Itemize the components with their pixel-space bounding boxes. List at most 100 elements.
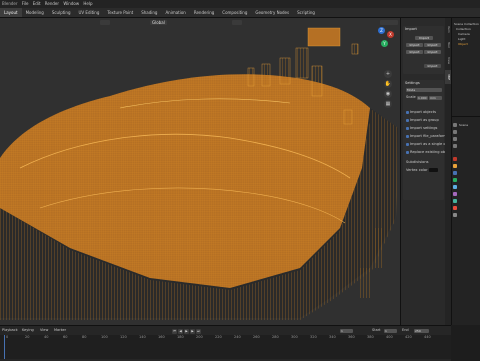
camera-view-icon[interactable]: ◉: [384, 90, 392, 98]
next-key-icon[interactable]: ▶: [190, 329, 195, 334]
ruler-tick: 200: [196, 335, 203, 339]
jump-start-icon[interactable]: ⏮: [172, 329, 177, 334]
import-section-title[interactable]: Import: [403, 26, 444, 32]
playback-menu[interactable]: Playback: [2, 328, 18, 332]
marker-menu[interactable]: Marker: [54, 328, 66, 332]
constraints-icon[interactable]: [453, 192, 457, 196]
gizmo-x-axis[interactable]: X: [387, 31, 394, 38]
orientation-dropdown[interactable]: Global: [150, 20, 167, 25]
world-icon[interactable]: [453, 157, 457, 161]
scale-field[interactable]: 1.000: [417, 96, 428, 100]
tab-shading[interactable]: Shading: [137, 8, 161, 17]
perspective-toggle-icon[interactable]: ▦: [384, 100, 392, 108]
checkbox-icon[interactable]: [406, 118, 409, 122]
particles-icon[interactable]: [453, 178, 457, 182]
start-frame-field[interactable]: 1: [384, 329, 397, 333]
option-import-as-group[interactable]: Import as group: [406, 118, 439, 123]
scene-icon[interactable]: [453, 123, 457, 127]
texture-icon[interactable]: [453, 213, 457, 217]
ruler-tick: 420: [405, 335, 412, 339]
ruler-tick: 160: [158, 335, 165, 339]
end-frame-field[interactable]: 250: [414, 329, 429, 333]
import-button-5[interactable]: Import: [424, 50, 441, 54]
zoom-icon[interactable]: +: [384, 70, 392, 78]
keying-menu[interactable]: Keying: [22, 328, 34, 332]
tab-geometry-nodes[interactable]: Geometry Nodes: [251, 8, 293, 17]
view-layer-icon[interactable]: [453, 144, 457, 148]
object-icon[interactable]: [453, 164, 457, 168]
tab-layout[interactable]: Layout: [0, 8, 22, 17]
overlay-button[interactable]: [232, 20, 242, 25]
settings-section-title[interactable]: Settings: [403, 80, 444, 86]
tab-scripting[interactable]: Scripting: [293, 8, 319, 17]
tab-uv-editing[interactable]: UV Editing: [75, 8, 104, 17]
render-icon[interactable]: [453, 130, 457, 134]
checkbox-icon[interactable]: [406, 150, 409, 154]
tab-texture-paint[interactable]: Texture Paint: [103, 8, 137, 17]
outliner-item[interactable]: Collection: [456, 27, 471, 31]
prev-key-icon[interactable]: ◀: [178, 329, 183, 334]
ruler-tick: 20: [25, 335, 30, 339]
playhead[interactable]: [4, 335, 5, 359]
modifiers-icon[interactable]: [453, 171, 457, 175]
import-button-3[interactable]: Import: [424, 43, 441, 47]
gizmo-y-axis[interactable]: Y: [381, 40, 388, 47]
outliner-item[interactable]: Camera: [458, 32, 470, 36]
checkbox-icon[interactable]: [406, 110, 409, 114]
outliner-item[interactable]: Light: [458, 37, 466, 41]
3d-viewport[interactable]: Global X Y Z + ✋ ◉ ▦: [0, 18, 400, 325]
ruler-tick: 140: [139, 335, 146, 339]
physics-icon[interactable]: [453, 185, 457, 189]
data-icon[interactable]: [453, 199, 457, 203]
tab-modeling[interactable]: Modeling: [22, 8, 48, 17]
unit-dropdown[interactable]: mm: [429, 96, 442, 100]
import-section: Import Import Import Import Import Impor…: [403, 26, 444, 74]
tab-animation[interactable]: Animation: [161, 8, 189, 17]
option-import-settings[interactable]: Import settings: [406, 126, 437, 131]
menu-edit[interactable]: Edit: [33, 1, 41, 6]
end-label: End: [402, 328, 409, 332]
material-icon[interactable]: [453, 206, 457, 210]
ruler-tick: 0: [6, 335, 9, 339]
checkbox-icon[interactable]: [406, 126, 409, 130]
mode-dropdown[interactable]: Mode: [406, 88, 442, 92]
option-label: Import file_paraforms: [410, 134, 449, 138]
gizmo-z-axis[interactable]: Z: [378, 27, 385, 34]
menu-window[interactable]: Window: [63, 1, 79, 6]
import-button-6[interactable]: Import: [424, 64, 441, 68]
select-mode-button[interactable]: [100, 20, 110, 25]
outliner-item[interactable]: Scene Collection: [454, 22, 479, 26]
jump-end-icon[interactable]: ⏭: [196, 329, 201, 334]
ruler-tick: 400: [386, 335, 393, 339]
checkbox-icon[interactable]: [406, 142, 409, 146]
ruler-tick: 240: [234, 335, 241, 339]
tab-rendering[interactable]: Rendering: [190, 8, 218, 17]
import-button-1[interactable]: Import: [415, 36, 433, 40]
color-swatch[interactable]: [429, 168, 438, 172]
menu-help[interactable]: Help: [83, 1, 92, 6]
tab-sculpting[interactable]: Sculpting: [48, 8, 75, 17]
option-import-objects[interactable]: Import objects: [406, 110, 436, 115]
import-button-2[interactable]: Import: [406, 43, 423, 47]
view-menu[interactable]: View: [40, 328, 48, 332]
shading-buttons[interactable]: [380, 20, 398, 25]
properties-editor: Scene: [452, 116, 480, 326]
tab-compositing[interactable]: Compositing: [218, 8, 251, 17]
import-button-4[interactable]: Import: [406, 50, 423, 54]
timeline: Playback Keying View Marker ⏮ ◀ ▶ ▶ ⏭ 1 …: [0, 325, 451, 361]
ruler-tick: 340: [329, 335, 336, 339]
checkbox-icon[interactable]: [406, 134, 409, 138]
output-icon[interactable]: [453, 137, 457, 141]
current-frame-field[interactable]: 1: [340, 329, 353, 333]
timeline-ruler[interactable]: [0, 335, 451, 359]
play-icon[interactable]: ▶: [184, 329, 189, 334]
menu-render[interactable]: Render: [45, 1, 59, 6]
option-import-file-paraforms[interactable]: Import file_paraforms: [406, 134, 449, 139]
option-label: Import settings: [410, 126, 438, 130]
ruler-tick: 180: [177, 335, 184, 339]
vertex-color-label: Vertex color: [406, 168, 428, 172]
outliner-item[interactable]: Object: [458, 42, 468, 46]
wireframe-mesh: [0, 27, 398, 320]
pan-hand-icon[interactable]: ✋: [384, 80, 392, 88]
menu-file[interactable]: File: [22, 1, 29, 6]
